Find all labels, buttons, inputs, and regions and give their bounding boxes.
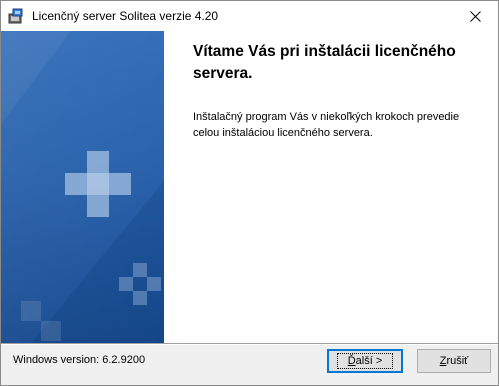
windows-version-label: Windows version: 6.2.9200 [13,354,146,366]
cancel-button-label: Zrušiť [439,355,469,367]
installer-window: Licenčný server Solitea verzie 4.20 Víta… [0,0,499,386]
close-button[interactable] [452,1,498,31]
side-banner-image [1,31,164,343]
installer-app-icon[interactable] [8,8,24,24]
footer-divider-highlight [1,344,498,345]
wizard-content: Vítame Vás pri inštalácii licenčného ser… [1,31,498,343]
window-title: Licenčný server Solitea verzie 4.20 [32,9,219,23]
title-bar[interactable]: Licenčný server Solitea verzie 4.20 [1,1,498,31]
welcome-description: Inštalačný program Vás v niekoľkých krok… [193,111,460,139]
cancel-button[interactable]: Zrušiť [417,349,491,373]
close-icon [469,10,481,22]
blue-cross-decoration-image [1,31,164,343]
next-button-label: Ďalší > [336,353,394,369]
next-button[interactable]: Ďalší > [327,349,403,373]
welcome-heading: Vítame Vás pri inštalácii licenčného ser… [193,43,456,82]
